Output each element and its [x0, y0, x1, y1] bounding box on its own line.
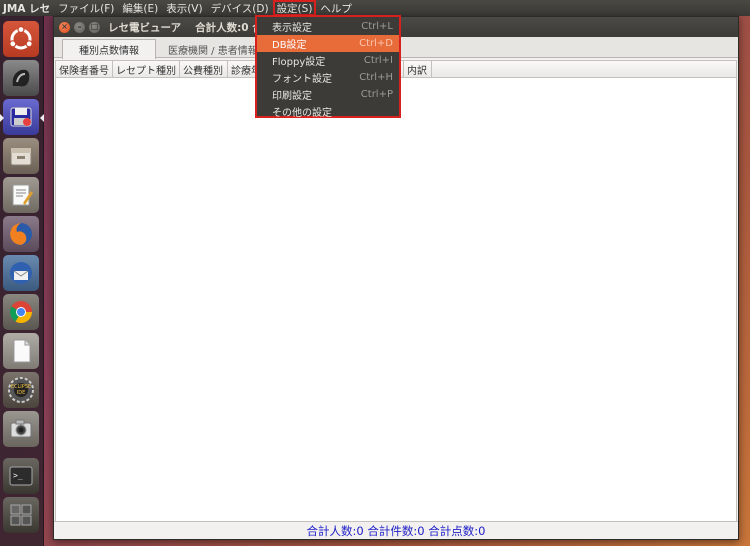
menu-item-label: 印刷設定 — [272, 91, 312, 102]
menu-view[interactable]: 表示(V) — [162, 0, 206, 16]
data-table: 保険者番号 レセプト種別 公費種別 診療年 内訳 — [55, 60, 737, 522]
column-header-public-type[interactable]: 公費種別 — [180, 61, 228, 78]
menu-item-shortcut: Ctrl+P — [360, 89, 393, 100]
column-header-insurer[interactable]: 保険者番号 — [56, 61, 113, 78]
tab-institution-patient[interactable]: 医療機関 / 患者情報 — [158, 40, 268, 58]
status-totals: 合計人数:0 合計件数:0 合計点数:0 — [306, 523, 486, 538]
launcher: ECLIPSE IDE >_ — [0, 16, 44, 546]
jma-receipt-icon[interactable] — [3, 60, 39, 96]
settings-dropdown: 表示設定 Ctrl+L DB設定 Ctrl+D Floppy設定 Ctrl+I … — [255, 15, 401, 120]
menu-item-floppy-settings[interactable]: Floppy設定 Ctrl+I — [257, 52, 399, 69]
disk-save-icon[interactable] — [0, 99, 44, 135]
chrome-icon[interactable] — [3, 294, 39, 330]
window-title: レセ電ビューア — [108, 21, 182, 34]
document-icon[interactable] — [3, 333, 39, 369]
window-maximize-icon[interactable]: □ — [89, 21, 100, 33]
firefox-icon[interactable] — [3, 216, 39, 252]
text-editor-icon[interactable] — [3, 177, 39, 213]
menu-item-label: Floppy設定 — [272, 57, 326, 68]
top-menu-bar: JMA レセ ファイル(F) 編集(E) 表示(V) デバイス(D) 設定(S)… — [0, 0, 750, 16]
menu-item-font-settings[interactable]: フォント設定 Ctrl+H — [257, 69, 399, 86]
menu-item-shortcut: Ctrl+I — [363, 55, 393, 66]
menu-item-label: フォント設定 — [272, 74, 332, 85]
ubuntu-dash-icon[interactable] — [3, 21, 39, 57]
terminal-icon[interactable]: >_ — [3, 458, 39, 494]
app-title: JMA レセ — [3, 2, 51, 15]
menu-item-label: DB設定 — [272, 40, 307, 51]
menu-item-display-settings[interactable]: 表示設定 Ctrl+L — [257, 18, 399, 35]
tab-category-points[interactable]: 種別点数情報 — [62, 39, 156, 59]
menu-device[interactable]: デバイス(D) — [207, 0, 273, 16]
thunderbird-icon[interactable] — [3, 255, 39, 291]
svg-text:IDE: IDE — [17, 390, 25, 396]
menu-edit[interactable]: 編集(E) — [118, 0, 162, 16]
window-minimize-icon[interactable]: – — [74, 21, 85, 33]
svg-text:>_: >_ — [13, 471, 23, 480]
menu-item-other-settings[interactable]: その他の設定 — [257, 103, 399, 120]
menu-item-label: 表示設定 — [272, 23, 312, 34]
window-close-icon[interactable]: × — [59, 21, 70, 33]
column-header-receipt-type[interactable]: レセプト種別 — [113, 61, 180, 78]
status-bar: 合計人数:0 合計件数:0 合計点数:0 — [54, 521, 738, 539]
column-header-breakdown[interactable]: 内訳 — [404, 61, 432, 78]
workspace-switcher-icon[interactable] — [3, 497, 39, 533]
geany-ide-icon[interactable]: ECLIPSE IDE — [3, 372, 39, 408]
menu-file[interactable]: ファイル(F) — [54, 0, 118, 16]
menu-settings[interactable]: 設定(S) — [272, 0, 317, 16]
menu-item-shortcut: Ctrl+H — [359, 72, 393, 83]
menu-item-label: その他の設定 — [272, 108, 332, 119]
menu-item-shortcut: Ctrl+L — [361, 21, 393, 32]
menu-item-shortcut: Ctrl+D — [359, 38, 393, 49]
camera-icon[interactable] — [3, 411, 39, 447]
file-manager-icon[interactable] — [3, 138, 39, 174]
menu-item-db-settings[interactable]: DB設定 Ctrl+D — [257, 35, 399, 52]
menu-help[interactable]: ヘルプ — [316, 0, 356, 16]
menu-item-print-settings[interactable]: 印刷設定 Ctrl+P — [257, 86, 399, 103]
